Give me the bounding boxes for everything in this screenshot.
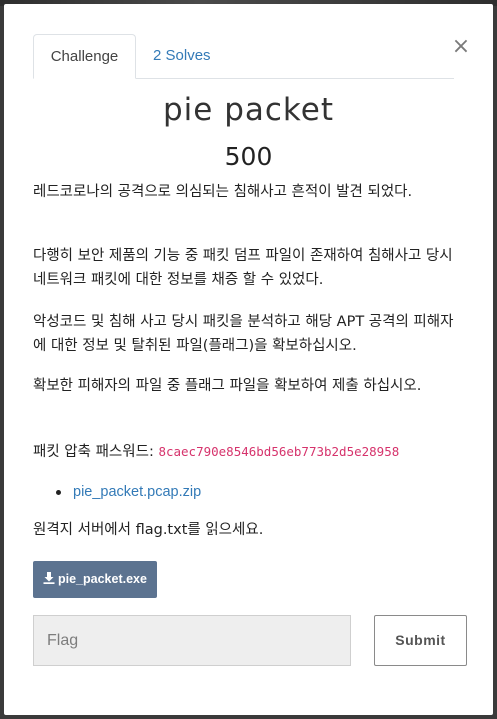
flag-input[interactable]: [33, 615, 351, 666]
description-paragraph-5: 원격지 서버에서 flag.txt를 읽으세요.: [33, 522, 264, 538]
challenge-modal: × Challenge 2 Solves pie packet 500 레드코로…: [4, 4, 493, 715]
submit-button[interactable]: Submit: [374, 615, 467, 666]
challenge-points: 500: [224, 142, 273, 171]
close-button[interactable]: ×: [451, 35, 471, 59]
tab-solves[interactable]: 2 Solves: [153, 34, 211, 78]
attachment-list: pie_packet.pcap.zip: [53, 480, 201, 504]
description-paragraph-1: 레드코로나의 공격으로 의심되는 침해사고 흔적이 발견 되었다.: [33, 184, 413, 200]
description-paragraph-2: 다행히 보안 제품의 기능 중 패킷 덤프 파일이 존재하여 침해사고 당시 네…: [33, 248, 453, 288]
password-line: 패킷 압축 패스워드: 8caec790e8546bd56eb773b2d5e2…: [33, 440, 460, 464]
password-label: 패킷 압축 패스워드:: [33, 444, 159, 460]
description-paragraph-3: 악성코드 및 침해 사고 당시 패킷을 분석하고 해당 APT 공격의 피해자에…: [33, 314, 454, 354]
challenge-tabs: Challenge 2 Solves: [33, 34, 454, 79]
bullet-icon: [56, 490, 61, 495]
password-value: 8caec790e8546bd56eb773b2d5e28958: [158, 444, 400, 459]
tab-challenge[interactable]: Challenge: [33, 34, 136, 79]
download-file-label: pie_packet.exe: [58, 572, 147, 586]
description-paragraph-4: 확보한 피해자의 파일 중 플래그 파일을 확보하여 제출 하십시오.: [33, 378, 422, 394]
download-icon: [43, 572, 55, 584]
list-item: pie_packet.pcap.zip: [53, 480, 201, 504]
challenge-title: pie packet: [162, 92, 334, 128]
pcap-zip-link[interactable]: pie_packet.pcap.zip: [73, 484, 201, 500]
download-file-button[interactable]: pie_packet.exe: [33, 561, 157, 598]
